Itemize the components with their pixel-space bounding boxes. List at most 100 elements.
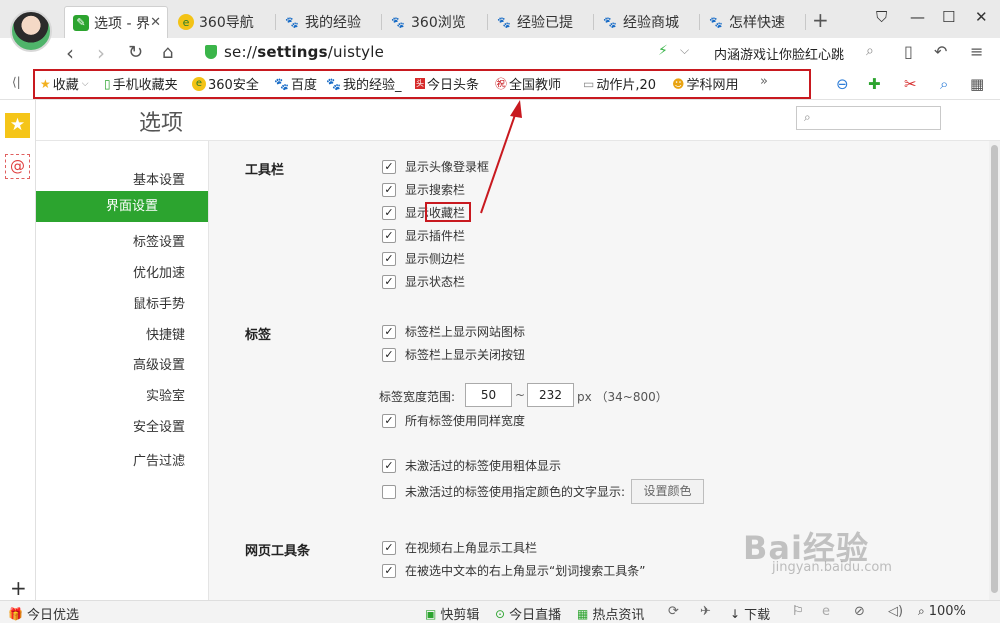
refresh-icon[interactable]: ↻ [128, 42, 143, 63]
mobile-icon[interactable]: ▯ [904, 42, 913, 61]
back-icon[interactable]: ‹ [66, 41, 74, 65]
pin-icon[interactable]: ✈ [700, 604, 711, 619]
volume-icon[interactable]: ◁) [888, 604, 903, 619]
apps-grid-icon[interactable]: ▦ [970, 75, 984, 93]
magnifier-icon[interactable]: ⌕ [940, 75, 948, 93]
skin-icon[interactable]: ⛉ [876, 8, 887, 26]
status-hot-news[interactable]: ▦ 热点资讯 [577, 604, 644, 623]
nav-advanced[interactable]: 高级设置 [133, 354, 185, 373]
checkbox-box: ✓ [382, 205, 396, 220]
fav-item-my-experience[interactable]: 🐾 我的经验_ [326, 74, 401, 94]
favorites-option-highlight [425, 202, 471, 222]
checkbox-box: ✓ [382, 413, 396, 428]
home-icon[interactable]: ⌂ [162, 42, 173, 63]
checkbox-box: ✓ [382, 228, 396, 243]
checkbox-video-toolbar[interactable]: ✓ 在视频右上角显示工具栏 [382, 539, 537, 556]
user-avatar[interactable] [10, 10, 52, 52]
checkbox-box: ✓ [382, 159, 396, 174]
tab-experience-submitted[interactable]: 🐾 经验已提 [488, 6, 594, 38]
url-field[interactable]: se://settings/uistyle [224, 43, 384, 61]
checkbox-box: ✓ [382, 347, 396, 362]
fav-item-xueke[interactable]: ☻ 学科网用 [672, 74, 739, 94]
search-suggestion[interactable]: 内涵游戏让你脸红心跳 [714, 44, 844, 63]
checkbox-bold-inactive-tabs[interactable]: ✓ 未激活过的标签使用粗体显示 [382, 457, 561, 474]
favorites-star-icon[interactable]: ★ [5, 113, 30, 138]
tab-360nav[interactable]: e 360导航 [170, 6, 276, 38]
fav-item-toutiao[interactable]: 头今日头条 [415, 74, 479, 93]
toutiao-icon: 头 [415, 78, 425, 89]
fav-item-teachers[interactable]: ㊗全国教师 [495, 74, 561, 93]
tab-options[interactable]: ✎ 选项 - 界 ✕ [64, 6, 168, 38]
minimize-icon[interactable]: — [910, 8, 925, 26]
nav-basic[interactable]: 基本设置 [133, 169, 185, 188]
tab-width-max-input[interactable]: 232 [527, 383, 574, 407]
watermark-url: jingyan.baidu.com [772, 560, 892, 575]
add-extension-icon[interactable]: ✚ [868, 75, 881, 93]
collapse-icon[interactable]: ⟨| [12, 75, 21, 89]
tab-360browser[interactable]: 🐾 360浏览 [382, 6, 488, 38]
checkbox-show-search-bar[interactable]: ✓ 显示搜索栏 [382, 181, 465, 198]
undo-icon[interactable]: ↶ [934, 42, 947, 61]
screenshot-scissors-icon[interactable]: ✂ [904, 75, 917, 93]
baidu-paw-icon: 🐾 [603, 15, 617, 29]
checkbox-show-statusbar[interactable]: ✓ 显示状态栏 [382, 273, 465, 290]
favorites-more[interactable]: » [760, 74, 768, 89]
status-live[interactable]: ⊙ 今日直播 [495, 604, 561, 623]
close-icon[interactable]: ✕ [150, 15, 161, 30]
nav-shortcuts[interactable]: 快捷键 [146, 324, 185, 343]
menu-icon[interactable]: ≡ [970, 42, 983, 61]
search-icon[interactable]: ⌕ [866, 43, 874, 59]
window-close-icon[interactable]: ✕ [975, 8, 988, 26]
scrollbar[interactable] [989, 141, 1000, 600]
speed-mode-icon[interactable]: ⚡ [658, 43, 668, 59]
nav-mouse-gesture[interactable]: 鼠标手势 [133, 293, 185, 312]
checkbox-selection-search-toolbar[interactable]: ✓ 在被选中文本的右上角显示“划词搜索工具条” [382, 562, 645, 579]
forward-icon[interactable]: › [97, 41, 105, 65]
fav-item-baidu[interactable]: 🐾 百度 [274, 74, 317, 94]
speed-icon[interactable]: ⟳ [668, 604, 679, 619]
checkbox-color-inactive-tabs[interactable]: 未激活过的标签使用指定颜色的文字显示: [382, 483, 625, 500]
nav-interface[interactable]: 界面设置 [36, 191, 208, 222]
add-sidebar-icon[interactable]: + [10, 576, 27, 600]
fav-item-movies[interactable]: ▭ 动作片,20 [583, 74, 656, 94]
fav-item-mobile[interactable]: ▯ 手机收藏夹 [104, 74, 178, 94]
checkbox-tab-site-icon[interactable]: ✓ 标签栏上显示网站图标 [382, 323, 525, 340]
cleanup-icon[interactable]: ⊘ [854, 604, 865, 619]
zoom-level[interactable]: ⌕ 100% [918, 604, 966, 619]
fav-item-collect[interactable]: ★ 收藏 ⌵ [40, 74, 89, 94]
nav-security[interactable]: 安全设置 [133, 416, 185, 435]
chevron-down-icon[interactable]: ⌵ [680, 43, 689, 58]
status-quick-cut[interactable]: ▣ 快剪辑 [425, 604, 479, 623]
tab-width-label: 标签宽度范围: [379, 390, 456, 404]
maximize-icon[interactable]: ☐ [942, 8, 955, 26]
flag-icon[interactable]: ⚐ [792, 604, 804, 619]
tab-width-unit: px （34~800） [577, 390, 668, 404]
checkbox-show-sidebar[interactable]: ✓ 显示侧边栏 [382, 250, 465, 267]
tab-experience-mall[interactable]: 🐾 经验商城 [594, 6, 700, 38]
nav-optimize[interactable]: 优化加速 [133, 262, 185, 281]
tab-my-experience[interactable]: 🐾 我的经验 [276, 6, 382, 38]
mail-at-icon[interactable]: @ [5, 154, 30, 179]
fav-item-360safe[interactable]: e 360安全 [192, 74, 259, 93]
checkbox-same-tab-width[interactable]: ✓ 所有标签使用同样宽度 [382, 412, 525, 429]
scissors-icon: ▣ [425, 606, 437, 621]
ie-icon[interactable]: e [822, 604, 830, 619]
checkbox-tab-close-button[interactable]: ✓ 标签栏上显示关闭按钮 [382, 346, 525, 363]
scrollbar-thumb[interactable] [991, 145, 998, 593]
tab-how-fast[interactable]: 🐾 怎样快速 [700, 6, 806, 38]
nav-lab[interactable]: 实验室 [146, 385, 185, 404]
tab-width-min-input[interactable]: 50 [465, 383, 512, 407]
new-tab-icon[interactable]: + [812, 8, 829, 32]
set-color-button[interactable]: 设置颜色 [631, 479, 704, 504]
status-download[interactable]: ↓ 下载 [730, 604, 770, 623]
checkbox-box: ✓ [382, 274, 396, 289]
today-picks[interactable]: 🎁 今日优选 [8, 604, 79, 623]
checkbox-show-plugin-bar[interactable]: ✓ 显示插件栏 [382, 227, 465, 244]
tab-label: 360导航 [199, 15, 254, 31]
teacher-icon: ㊗ [495, 77, 508, 91]
checkbox-show-avatar-login[interactable]: ✓ 显示头像登录框 [382, 158, 489, 175]
nav-adblock[interactable]: 广告过滤 [133, 450, 185, 469]
options-search-input[interactable]: ⌕ [796, 106, 941, 130]
nav-tabs[interactable]: 标签设置 [133, 231, 185, 250]
zoom-out-icon[interactable]: ⊖ [836, 75, 849, 93]
